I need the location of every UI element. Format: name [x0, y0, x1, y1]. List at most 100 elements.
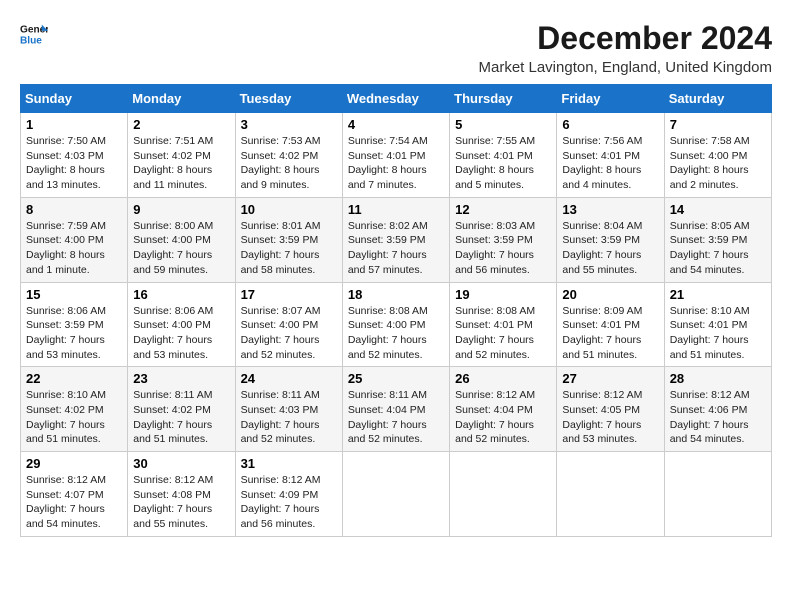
location-subtitle: Market Lavington, England, United Kingdo…	[478, 59, 772, 76]
day-number: 30	[133, 456, 229, 471]
day-info: Sunrise: 8:03 AM Sunset: 3:59 PM Dayligh…	[455, 220, 535, 276]
day-info: Sunrise: 8:00 AM Sunset: 4:00 PM Dayligh…	[133, 220, 213, 276]
day-number: 10	[241, 202, 337, 217]
day-number: 16	[133, 287, 229, 302]
calendar-cell	[342, 452, 449, 537]
day-info: Sunrise: 7:54 AM Sunset: 4:01 PM Dayligh…	[348, 135, 428, 191]
calendar-cell: 18 Sunrise: 8:08 AM Sunset: 4:00 PM Dayl…	[342, 282, 449, 367]
calendar-cell: 3 Sunrise: 7:53 AM Sunset: 4:02 PM Dayli…	[235, 113, 342, 198]
day-number: 23	[133, 371, 229, 386]
day-number: 6	[562, 117, 658, 132]
day-number: 17	[241, 287, 337, 302]
logo: General Blue	[20, 20, 48, 48]
calendar-cell: 9 Sunrise: 8:00 AM Sunset: 4:00 PM Dayli…	[128, 197, 235, 282]
day-number: 25	[348, 371, 444, 386]
day-number: 13	[562, 202, 658, 217]
day-number: 20	[562, 287, 658, 302]
day-info: Sunrise: 8:07 AM Sunset: 4:00 PM Dayligh…	[241, 305, 321, 361]
title-area: December 2024 Market Lavington, England,…	[478, 20, 772, 76]
calendar-cell: 24 Sunrise: 8:11 AM Sunset: 4:03 PM Dayl…	[235, 367, 342, 452]
day-info: Sunrise: 8:12 AM Sunset: 4:05 PM Dayligh…	[562, 389, 642, 445]
calendar-cell: 12 Sunrise: 8:03 AM Sunset: 3:59 PM Dayl…	[450, 197, 557, 282]
day-info: Sunrise: 8:11 AM Sunset: 4:02 PM Dayligh…	[133, 389, 212, 445]
day-number: 15	[26, 287, 122, 302]
day-info: Sunrise: 8:06 AM Sunset: 4:00 PM Dayligh…	[133, 305, 213, 361]
calendar-cell: 11 Sunrise: 8:02 AM Sunset: 3:59 PM Dayl…	[342, 197, 449, 282]
day-number: 3	[241, 117, 337, 132]
day-number: 7	[670, 117, 766, 132]
day-number: 28	[670, 371, 766, 386]
day-number: 8	[26, 202, 122, 217]
svg-text:Blue: Blue	[20, 35, 42, 46]
calendar-cell: 5 Sunrise: 7:55 AM Sunset: 4:01 PM Dayli…	[450, 113, 557, 198]
day-info: Sunrise: 8:08 AM Sunset: 4:01 PM Dayligh…	[455, 305, 535, 361]
day-info: Sunrise: 8:02 AM Sunset: 3:59 PM Dayligh…	[348, 220, 428, 276]
calendar-week-4: 22 Sunrise: 8:10 AM Sunset: 4:02 PM Dayl…	[21, 367, 772, 452]
day-header-sunday: Sunday	[21, 85, 128, 113]
day-info: Sunrise: 7:56 AM Sunset: 4:01 PM Dayligh…	[562, 135, 642, 191]
day-number: 9	[133, 202, 229, 217]
day-number: 18	[348, 287, 444, 302]
day-info: Sunrise: 7:58 AM Sunset: 4:00 PM Dayligh…	[670, 135, 750, 191]
day-number: 11	[348, 202, 444, 217]
day-number: 2	[133, 117, 229, 132]
calendar-cell: 4 Sunrise: 7:54 AM Sunset: 4:01 PM Dayli…	[342, 113, 449, 198]
calendar-cell: 21 Sunrise: 8:10 AM Sunset: 4:01 PM Dayl…	[664, 282, 771, 367]
calendar-week-1: 1 Sunrise: 7:50 AM Sunset: 4:03 PM Dayli…	[21, 113, 772, 198]
calendar-cell: 10 Sunrise: 8:01 AM Sunset: 3:59 PM Dayl…	[235, 197, 342, 282]
day-number: 19	[455, 287, 551, 302]
calendar-cell: 23 Sunrise: 8:11 AM Sunset: 4:02 PM Dayl…	[128, 367, 235, 452]
logo-icon: General Blue	[20, 20, 48, 48]
day-number: 31	[241, 456, 337, 471]
calendar-cell: 6 Sunrise: 7:56 AM Sunset: 4:01 PM Dayli…	[557, 113, 664, 198]
calendar-table: SundayMondayTuesdayWednesdayThursdayFrid…	[20, 84, 772, 537]
day-number: 12	[455, 202, 551, 217]
calendar-cell	[450, 452, 557, 537]
calendar-cell: 19 Sunrise: 8:08 AM Sunset: 4:01 PM Dayl…	[450, 282, 557, 367]
day-info: Sunrise: 8:05 AM Sunset: 3:59 PM Dayligh…	[670, 220, 750, 276]
day-info: Sunrise: 7:59 AM Sunset: 4:00 PM Dayligh…	[26, 220, 106, 276]
calendar-header-row: SundayMondayTuesdayWednesdayThursdayFrid…	[21, 85, 772, 113]
day-info: Sunrise: 8:12 AM Sunset: 4:04 PM Dayligh…	[455, 389, 535, 445]
day-header-friday: Friday	[557, 85, 664, 113]
day-header-wednesday: Wednesday	[342, 85, 449, 113]
day-info: Sunrise: 8:10 AM Sunset: 4:02 PM Dayligh…	[26, 389, 106, 445]
calendar-cell: 14 Sunrise: 8:05 AM Sunset: 3:59 PM Dayl…	[664, 197, 771, 282]
day-header-monday: Monday	[128, 85, 235, 113]
day-info: Sunrise: 8:10 AM Sunset: 4:01 PM Dayligh…	[670, 305, 750, 361]
day-info: Sunrise: 8:12 AM Sunset: 4:06 PM Dayligh…	[670, 389, 750, 445]
calendar-cell: 13 Sunrise: 8:04 AM Sunset: 3:59 PM Dayl…	[557, 197, 664, 282]
day-info: Sunrise: 7:50 AM Sunset: 4:03 PM Dayligh…	[26, 135, 106, 191]
day-number: 24	[241, 371, 337, 386]
day-info: Sunrise: 7:53 AM Sunset: 4:02 PM Dayligh…	[241, 135, 321, 191]
month-title: December 2024	[478, 20, 772, 57]
day-header-thursday: Thursday	[450, 85, 557, 113]
day-number: 4	[348, 117, 444, 132]
calendar-cell: 1 Sunrise: 7:50 AM Sunset: 4:03 PM Dayli…	[21, 113, 128, 198]
day-number: 1	[26, 117, 122, 132]
calendar-cell: 16 Sunrise: 8:06 AM Sunset: 4:00 PM Dayl…	[128, 282, 235, 367]
day-info: Sunrise: 8:12 AM Sunset: 4:07 PM Dayligh…	[26, 474, 106, 530]
calendar-cell: 7 Sunrise: 7:58 AM Sunset: 4:00 PM Dayli…	[664, 113, 771, 198]
day-info: Sunrise: 8:12 AM Sunset: 4:09 PM Dayligh…	[241, 474, 321, 530]
calendar-cell: 8 Sunrise: 7:59 AM Sunset: 4:00 PM Dayli…	[21, 197, 128, 282]
calendar-cell: 20 Sunrise: 8:09 AM Sunset: 4:01 PM Dayl…	[557, 282, 664, 367]
calendar-week-3: 15 Sunrise: 8:06 AM Sunset: 3:59 PM Dayl…	[21, 282, 772, 367]
day-info: Sunrise: 8:06 AM Sunset: 3:59 PM Dayligh…	[26, 305, 106, 361]
day-number: 5	[455, 117, 551, 132]
calendar-cell: 27 Sunrise: 8:12 AM Sunset: 4:05 PM Dayl…	[557, 367, 664, 452]
day-info: Sunrise: 8:11 AM Sunset: 4:04 PM Dayligh…	[348, 389, 427, 445]
day-number: 29	[26, 456, 122, 471]
calendar-week-5: 29 Sunrise: 8:12 AM Sunset: 4:07 PM Dayl…	[21, 452, 772, 537]
day-info: Sunrise: 7:51 AM Sunset: 4:02 PM Dayligh…	[133, 135, 213, 191]
day-info: Sunrise: 8:11 AM Sunset: 4:03 PM Dayligh…	[241, 389, 320, 445]
calendar-cell: 2 Sunrise: 7:51 AM Sunset: 4:02 PM Dayli…	[128, 113, 235, 198]
day-header-saturday: Saturday	[664, 85, 771, 113]
calendar-cell: 25 Sunrise: 8:11 AM Sunset: 4:04 PM Dayl…	[342, 367, 449, 452]
day-number: 22	[26, 371, 122, 386]
calendar-cell: 15 Sunrise: 8:06 AM Sunset: 3:59 PM Dayl…	[21, 282, 128, 367]
day-info: Sunrise: 8:12 AM Sunset: 4:08 PM Dayligh…	[133, 474, 213, 530]
calendar-cell: 29 Sunrise: 8:12 AM Sunset: 4:07 PM Dayl…	[21, 452, 128, 537]
page-header: General Blue December 2024 Market Laving…	[20, 20, 772, 76]
day-number: 27	[562, 371, 658, 386]
